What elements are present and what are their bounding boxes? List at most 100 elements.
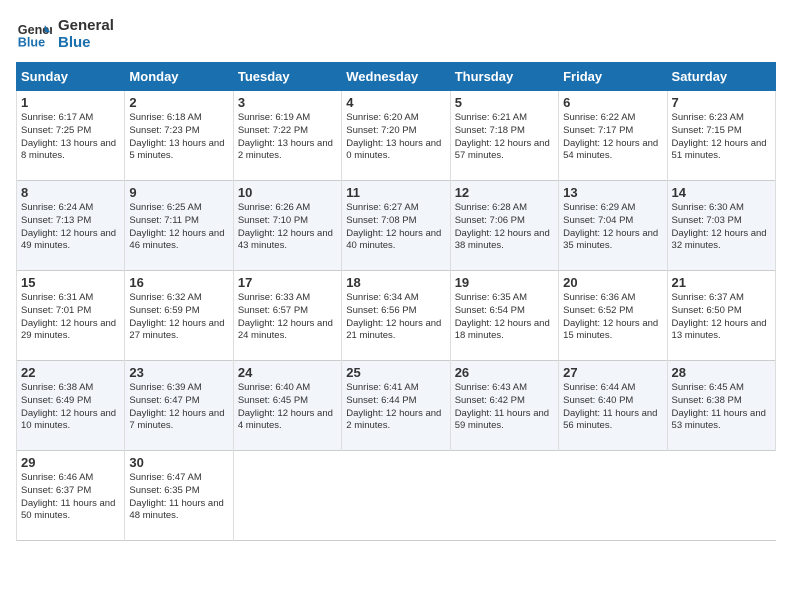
cell-info: Sunrise: 6:41 AMSunset: 6:44 PMDaylight:… <box>346 382 445 433</box>
day-number: 7 <box>672 95 771 110</box>
week-row-4: 22 Sunrise: 6:38 AMSunset: 6:49 PMDayligh… <box>17 361 776 451</box>
svg-text:Blue: Blue <box>18 36 45 50</box>
day-number: 8 <box>21 185 120 200</box>
day-number: 29 <box>21 455 120 470</box>
cell-info: Sunrise: 6:30 AMSunset: 7:03 PMDaylight:… <box>672 202 771 253</box>
cell-info: Sunrise: 6:37 AMSunset: 6:50 PMDaylight:… <box>672 292 771 343</box>
cell-info: Sunrise: 6:28 AMSunset: 7:06 PMDaylight:… <box>455 202 554 253</box>
logo-icon: General Blue <box>16 16 52 52</box>
calendar-cell: 25 Sunrise: 6:41 AMSunset: 6:44 PMDayligh… <box>342 361 450 451</box>
calendar-cell: 29 Sunrise: 6:46 AMSunset: 6:37 PMDayligh… <box>17 451 125 541</box>
logo: General Blue General Blue <box>16 16 114 52</box>
cell-info: Sunrise: 6:33 AMSunset: 6:57 PMDaylight:… <box>238 292 337 343</box>
header-monday: Monday <box>125 63 233 91</box>
calendar-cell <box>667 451 775 541</box>
day-number: 27 <box>563 365 662 380</box>
calendar-cell: 24 Sunrise: 6:40 AMSunset: 6:45 PMDayligh… <box>233 361 341 451</box>
day-number: 13 <box>563 185 662 200</box>
day-number: 6 <box>563 95 662 110</box>
day-number: 15 <box>21 275 120 290</box>
cell-info: Sunrise: 6:38 AMSunset: 6:49 PMDaylight:… <box>21 382 120 433</box>
calendar-cell <box>233 451 341 541</box>
header-friday: Friday <box>559 63 667 91</box>
calendar-cell: 17 Sunrise: 6:33 AMSunset: 6:57 PMDayligh… <box>233 271 341 361</box>
cell-info: Sunrise: 6:45 AMSunset: 6:38 PMDaylight:… <box>672 382 771 433</box>
day-number: 12 <box>455 185 554 200</box>
calendar-cell: 18 Sunrise: 6:34 AMSunset: 6:56 PMDayligh… <box>342 271 450 361</box>
day-number: 16 <box>129 275 228 290</box>
cell-info: Sunrise: 6:23 AMSunset: 7:15 PMDaylight:… <box>672 112 771 163</box>
day-number: 19 <box>455 275 554 290</box>
calendar-cell: 13 Sunrise: 6:29 AMSunset: 7:04 PMDayligh… <box>559 181 667 271</box>
calendar-cell: 14Sunrise: 6:30 AMSunset: 7:03 PMDayligh… <box>667 181 775 271</box>
calendar-cell: 1Sunrise: 6:17 AMSunset: 7:25 PMDaylight… <box>17 91 125 181</box>
cell-info: Sunrise: 6:32 AMSunset: 6:59 PMDaylight:… <box>129 292 228 343</box>
cell-info: Sunrise: 6:39 AMSunset: 6:47 PMDaylight:… <box>129 382 228 433</box>
cell-info: Sunrise: 6:36 AMSunset: 6:52 PMDaylight:… <box>563 292 662 343</box>
cell-info: Sunrise: 6:21 AMSunset: 7:18 PMDaylight:… <box>455 112 554 163</box>
calendar-cell: 20 Sunrise: 6:36 AMSunset: 6:52 PMDayligh… <box>559 271 667 361</box>
calendar-cell: 28 Sunrise: 6:45 AMSunset: 6:38 PMDayligh… <box>667 361 775 451</box>
day-number: 25 <box>346 365 445 380</box>
day-number: 30 <box>129 455 228 470</box>
cell-info: Sunrise: 6:47 AMSunset: 6:35 PMDaylight:… <box>129 472 228 523</box>
calendar-cell: 15 Sunrise: 6:31 AMSunset: 7:01 PMDayligh… <box>17 271 125 361</box>
cell-info: Sunrise: 6:22 AMSunset: 7:17 PMDaylight:… <box>563 112 662 163</box>
day-number: 2 <box>129 95 228 110</box>
calendar-cell: 21Sunrise: 6:37 AMSunset: 6:50 PMDayligh… <box>667 271 775 361</box>
header-thursday: Thursday <box>450 63 558 91</box>
calendar-cell: 3 Sunrise: 6:19 AMSunset: 7:22 PMDaylight… <box>233 91 341 181</box>
day-number: 22 <box>21 365 120 380</box>
calendar-cell: 2 Sunrise: 6:18 AMSunset: 7:23 PMDaylight… <box>125 91 233 181</box>
calendar-cell <box>559 451 667 541</box>
week-row-3: 15 Sunrise: 6:31 AMSunset: 7:01 PMDayligh… <box>17 271 776 361</box>
header-sunday: Sunday <box>17 63 125 91</box>
cell-info: Sunrise: 6:26 AMSunset: 7:10 PMDaylight:… <box>238 202 337 253</box>
calendar-cell: 27 Sunrise: 6:44 AMSunset: 6:40 PMDayligh… <box>559 361 667 451</box>
cell-info: Sunrise: 6:29 AMSunset: 7:04 PMDaylight:… <box>563 202 662 253</box>
calendar-cell <box>342 451 450 541</box>
day-number: 26 <box>455 365 554 380</box>
day-number: 23 <box>129 365 228 380</box>
cell-info: Sunrise: 6:40 AMSunset: 6:45 PMDaylight:… <box>238 382 337 433</box>
day-number: 24 <box>238 365 337 380</box>
calendar-cell: 7 Sunrise: 6:23 AMSunset: 7:15 PMDaylight… <box>667 91 775 181</box>
calendar-cell: 23 Sunrise: 6:39 AMSunset: 6:47 PMDayligh… <box>125 361 233 451</box>
cell-info: Sunrise: 6:31 AMSunset: 7:01 PMDaylight:… <box>21 292 120 343</box>
day-number: 5 <box>455 95 554 110</box>
header-wednesday: Wednesday <box>342 63 450 91</box>
header-tuesday: Tuesday <box>233 63 341 91</box>
day-number: 20 <box>563 275 662 290</box>
day-number: 11 <box>346 185 445 200</box>
week-row-2: 8 Sunrise: 6:24 AMSunset: 7:13 PMDaylight… <box>17 181 776 271</box>
calendar-table: SundayMondayTuesdayWednesdayThursdayFrid… <box>16 62 776 541</box>
calendar-cell: 10Sunrise: 6:26 AMSunset: 7:10 PMDayligh… <box>233 181 341 271</box>
day-number: 17 <box>238 275 337 290</box>
week-row-5: 29 Sunrise: 6:46 AMSunset: 6:37 PMDayligh… <box>17 451 776 541</box>
calendar-cell: 4 Sunrise: 6:20 AMSunset: 7:20 PMDaylight… <box>342 91 450 181</box>
day-number: 18 <box>346 275 445 290</box>
calendar-cell <box>450 451 558 541</box>
cell-info: Sunrise: 6:27 AMSunset: 7:08 PMDaylight:… <box>346 202 445 253</box>
cell-info: Sunrise: 6:35 AMSunset: 6:54 PMDaylight:… <box>455 292 554 343</box>
cell-info: Sunrise: 6:46 AMSunset: 6:37 PMDaylight:… <box>21 472 120 523</box>
calendar-cell: 22 Sunrise: 6:38 AMSunset: 6:49 PMDayligh… <box>17 361 125 451</box>
calendar-header-row: SundayMondayTuesdayWednesdayThursdayFrid… <box>17 63 776 91</box>
calendar-cell: 26Sunrise: 6:43 AMSunset: 6:42 PMDayligh… <box>450 361 558 451</box>
cell-info: Sunrise: 6:24 AMSunset: 7:13 PMDaylight:… <box>21 202 120 253</box>
calendar-cell: 12 Sunrise: 6:28 AMSunset: 7:06 PMDayligh… <box>450 181 558 271</box>
cell-info: Sunrise: 6:44 AMSunset: 6:40 PMDaylight:… <box>563 382 662 433</box>
cell-info: Sunrise: 6:20 AMSunset: 7:20 PMDaylight:… <box>346 112 445 163</box>
calendar-cell: 9Sunrise: 6:25 AMSunset: 7:11 PMDaylight… <box>125 181 233 271</box>
cell-info: Sunrise: 6:19 AMSunset: 7:22 PMDaylight:… <box>238 112 337 163</box>
calendar-cell: 8 Sunrise: 6:24 AMSunset: 7:13 PMDaylight… <box>17 181 125 271</box>
cell-info: Sunrise: 6:34 AMSunset: 6:56 PMDaylight:… <box>346 292 445 343</box>
cell-info: Sunrise: 6:18 AMSunset: 7:23 PMDaylight:… <box>129 112 228 163</box>
header-saturday: Saturday <box>667 63 775 91</box>
day-number: 9 <box>129 185 228 200</box>
header: General Blue General Blue <box>16 16 776 52</box>
day-number: 4 <box>346 95 445 110</box>
calendar-cell: 11 Sunrise: 6:27 AMSunset: 7:08 PMDayligh… <box>342 181 450 271</box>
day-number: 28 <box>672 365 771 380</box>
day-number: 3 <box>238 95 337 110</box>
